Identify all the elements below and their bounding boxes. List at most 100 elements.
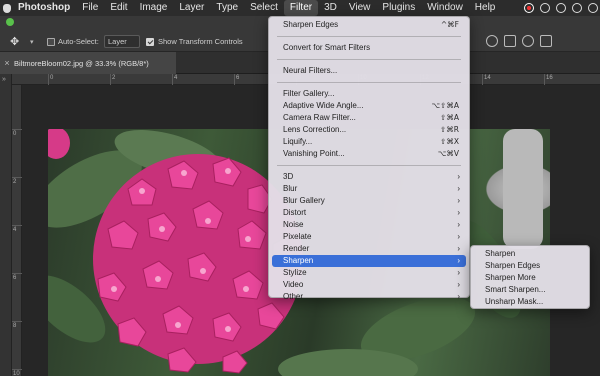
menu-select[interactable]: Select xyxy=(244,0,284,16)
menu-edit[interactable]: Edit xyxy=(104,0,133,16)
menu-item-label: Adaptive Wide Angle... xyxy=(283,101,364,110)
ruler-label: 0 xyxy=(13,131,17,137)
screen-record-icon[interactable] xyxy=(524,3,534,13)
menu-item-label: Neural Filters... xyxy=(283,66,338,75)
chevron-right-icon: › xyxy=(457,268,460,277)
ruler-label: 2 xyxy=(112,75,116,81)
menu-item-distort[interactable]: Distort › xyxy=(269,207,469,219)
ruler-label: 8 xyxy=(13,323,17,329)
ruler-label: 4 xyxy=(13,227,17,233)
window-close-button[interactable] xyxy=(6,18,14,26)
drag-3d-icon[interactable] xyxy=(504,35,516,47)
menu-item-label: Other xyxy=(283,292,304,301)
menu-item-blur-gallery[interactable]: Blur Gallery › xyxy=(269,195,469,207)
menu-window[interactable]: Window xyxy=(421,0,469,16)
menu-item-liquify[interactable]: Liquify... ⇧⌘X xyxy=(269,136,469,148)
play-icon[interactable] xyxy=(540,3,550,13)
menu-item-label: Convert for Smart Filters xyxy=(283,43,371,52)
menu-item-label: Filter Gallery... xyxy=(283,89,335,98)
expand-toolbar-icon[interactable]: » xyxy=(2,76,6,83)
menu-item-label: Distort xyxy=(283,208,307,217)
slide-3d-icon[interactable] xyxy=(522,35,534,47)
menu-item-vanishing-point[interactable]: Vanishing Point... ⌥⌘V xyxy=(269,148,469,160)
menu-separator xyxy=(277,165,461,166)
macos-menu-bar: Photoshop File Edit Image Layer Type Sel… xyxy=(0,0,600,16)
auto-select-checkbox[interactable] xyxy=(47,38,55,46)
menu-item-sharpen[interactable]: Sharpen › xyxy=(272,255,466,267)
menu-layer[interactable]: Layer xyxy=(173,0,210,16)
ruler-label: 6 xyxy=(236,75,240,81)
menu-item-label: Render xyxy=(283,244,310,253)
chevron-right-icon: › xyxy=(457,208,460,217)
menu-item-neural-filters[interactable]: Neural Filters... xyxy=(269,65,469,77)
shortcut-label: ⌥⇧⌘A xyxy=(431,101,459,110)
submenu-item-sharpen-edges[interactable]: Sharpen Edges xyxy=(471,260,589,272)
vertical-ruler[interactable]: 0 2 4 6 8 10 xyxy=(12,85,22,376)
submenu-item-unsharp-mask[interactable]: Unsharp Mask... xyxy=(471,296,589,308)
menu-item-video[interactable]: Video › xyxy=(269,279,469,291)
menu-item-pixelate[interactable]: Pixelate › xyxy=(269,231,469,243)
history-icon[interactable] xyxy=(572,3,582,13)
menu-item-stylize[interactable]: Stylize › xyxy=(269,267,469,279)
menu-photoshop[interactable]: Photoshop xyxy=(14,0,76,16)
menu-item-camera-raw-filter[interactable]: Camera Raw Filter... ⇧⌘A xyxy=(269,112,469,124)
chevron-right-icon: › xyxy=(457,232,460,241)
apple-icon[interactable] xyxy=(0,0,14,16)
menu-item-3d[interactable]: 3D › xyxy=(269,171,469,183)
menu-item-label: Liquify... xyxy=(283,137,313,146)
move-tool-icon[interactable]: ✥ xyxy=(10,36,26,48)
menu-view[interactable]: View xyxy=(343,0,377,16)
menu-separator xyxy=(277,82,461,83)
menu-item-render[interactable]: Render › xyxy=(269,243,469,255)
submenu-item-sharpen[interactable]: Sharpen xyxy=(471,248,589,260)
ruler-label: 6 xyxy=(13,275,17,281)
menu-item-last-filter[interactable]: Sharpen Edges ^⌘F xyxy=(269,19,469,31)
chevron-right-icon: › xyxy=(457,220,460,229)
auto-select-label: Auto-Select: xyxy=(58,37,99,46)
menu-item-label: Vanishing Point... xyxy=(283,149,345,158)
menu-item-label: 3D xyxy=(283,172,294,181)
document-tab[interactable]: × BiltmoreBloom02.jpg @ 33.3% (RGB/8*) xyxy=(0,52,176,74)
menu-item-other[interactable]: Other › xyxy=(269,291,469,303)
menu-type[interactable]: Type xyxy=(210,0,244,16)
status-icons xyxy=(524,0,598,16)
menu-image[interactable]: Image xyxy=(134,0,174,16)
chevron-right-icon: › xyxy=(457,244,460,253)
rotate-3d-icon[interactable] xyxy=(486,35,498,47)
ruler-label: 0 xyxy=(50,75,54,81)
menu-3d[interactable]: 3D xyxy=(318,0,343,16)
menu-plugins[interactable]: Plugins xyxy=(376,0,421,16)
document-title: BiltmoreBloom02.jpg @ 33.3% (RGB/8*) xyxy=(14,58,149,68)
close-tab-icon[interactable]: × xyxy=(0,58,14,68)
ruler-label: 10 xyxy=(13,371,20,376)
chevron-right-icon: › xyxy=(457,172,460,181)
menu-item-label: Pixelate xyxy=(283,232,312,241)
menu-item-adaptive-wide-angle[interactable]: Adaptive Wide Angle... ⌥⇧⌘A xyxy=(269,100,469,112)
auto-select-dropdown[interactable]: Layer xyxy=(104,35,140,48)
menu-item-convert-smart-filters[interactable]: Convert for Smart Filters xyxy=(269,42,469,54)
menu-filter[interactable]: Filter xyxy=(283,0,319,16)
filter-menu: Sharpen Edges ^⌘F Convert for Smart Filt… xyxy=(268,16,470,301)
chevron-right-icon: › xyxy=(457,292,460,301)
menu-file[interactable]: File xyxy=(76,0,104,16)
show-transform-checkbox[interactable] xyxy=(146,38,154,46)
shortcut-label: ⌥⌘V xyxy=(437,149,459,158)
menu-item-noise[interactable]: Noise › xyxy=(269,219,469,231)
camera-3d-icon[interactable] xyxy=(540,35,552,47)
chevron-down-icon[interactable]: ▾ xyxy=(30,38,34,46)
menu-item-filter-gallery[interactable]: Filter Gallery... xyxy=(269,88,469,100)
submenu-item-sharpen-more[interactable]: Sharpen More xyxy=(471,272,589,284)
stop-icon[interactable] xyxy=(556,3,566,13)
toolbar-strip: » xyxy=(0,74,12,376)
menu-item-label: Video xyxy=(283,280,304,289)
auto-select-value: Layer xyxy=(108,37,127,46)
menu-item-label: Camera Raw Filter... xyxy=(283,113,356,122)
menu-item-label: Sharpen Edges xyxy=(283,20,339,29)
chevron-right-icon: › xyxy=(457,256,460,265)
submenu-item-smart-sharpen[interactable]: Smart Sharpen... xyxy=(471,284,589,296)
menu-item-lens-correction[interactable]: Lens Correction... ⇧⌘R xyxy=(269,124,469,136)
shortcut-label: ⇧⌘X xyxy=(440,137,459,146)
menu-help[interactable]: Help xyxy=(469,0,502,16)
chevron-down-icon[interactable] xyxy=(588,3,598,13)
menu-item-blur[interactable]: Blur › xyxy=(269,183,469,195)
